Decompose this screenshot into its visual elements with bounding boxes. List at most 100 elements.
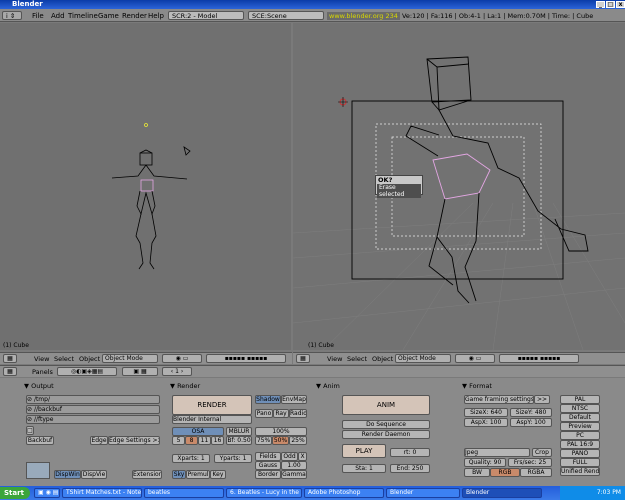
osa-button[interactable]: OSA xyxy=(172,427,224,436)
osa-8[interactable]: 8 xyxy=(185,436,198,445)
task-beatles[interactable]: beatles xyxy=(144,488,224,498)
preset-pc[interactable]: PC xyxy=(560,431,600,440)
editor-type-icon[interactable]: ▦ xyxy=(3,354,17,363)
edge-button[interactable]: Edge xyxy=(90,436,108,445)
preset-pal[interactable]: PAL xyxy=(560,395,600,404)
sizey-field[interactable]: SizeY: 480 xyxy=(510,408,552,417)
rt-field[interactable]: rt: 0 xyxy=(390,448,430,457)
window-type-selector[interactable]: i ⇕ xyxy=(2,11,22,20)
draw-type-icon[interactable]: ◉ ▭ xyxy=(162,354,202,363)
erase-selected-option[interactable]: Erase selected xyxy=(377,184,421,198)
radio-button[interactable]: Radio xyxy=(289,409,307,418)
menu-render[interactable]: Render xyxy=(122,12,147,20)
screen-icon[interactable]: □ xyxy=(26,426,34,435)
ray-button[interactable]: Ray xyxy=(273,409,289,418)
task-blender-1[interactable]: Blender xyxy=(386,488,460,498)
editor-type-icon-right[interactable]: ▦ xyxy=(296,354,310,363)
buttons-editor-icon[interactable]: ▦ xyxy=(3,367,17,376)
xparts-field[interactable]: Xparts: 1 xyxy=(172,454,210,463)
size-25-button[interactable]: 25% xyxy=(289,436,307,445)
edge-settings-button[interactable]: Edge Settings >> xyxy=(108,436,160,445)
rgba-button[interactable]: RGBA xyxy=(520,468,552,477)
start-frame-field[interactable]: Sta: 1 xyxy=(342,464,386,473)
play-button[interactable]: PLAY xyxy=(342,444,386,458)
start-button[interactable]: Start xyxy=(0,487,30,499)
menu-add[interactable]: Add xyxy=(51,12,65,20)
anim-button[interactable]: ANIM xyxy=(342,395,430,415)
menu-view[interactable]: View xyxy=(34,355,49,363)
fields-button[interactable]: Fields xyxy=(255,452,281,461)
fps-field[interactable]: Frs/sec: 25 xyxy=(508,458,552,467)
gauss-value[interactable]: 1.00 xyxy=(281,461,307,470)
osa-11[interactable]: 11 xyxy=(198,436,211,445)
extensions-button[interactable]: Extension xyxy=(132,470,162,479)
preset-preview[interactable]: Preview xyxy=(560,422,600,431)
output-path-backbuf[interactable]: ⊘ //backbuf xyxy=(26,405,160,414)
menu-object-right[interactable]: Object xyxy=(372,355,393,363)
osa-16[interactable]: 16 xyxy=(211,436,224,445)
backbuf-button[interactable]: Backbuf xyxy=(26,436,54,445)
osa-5[interactable]: 5 xyxy=(172,436,185,445)
preset-default[interactable]: Default xyxy=(560,413,600,422)
task-photoshop[interactable]: Adobe Photoshop xyxy=(304,488,384,498)
scene-selector[interactable]: SCE:Scene xyxy=(248,11,324,20)
crop-button[interactable]: Crop xyxy=(532,448,552,457)
menu-object[interactable]: Object xyxy=(79,355,100,363)
do-sequence-button[interactable]: Do Sequence xyxy=(342,420,430,429)
yparts-field[interactable]: Yparts: 1 xyxy=(214,454,252,463)
layer-buttons[interactable]: ▪▪▪▪▪ ▪▪▪▪▪ xyxy=(206,354,286,363)
envmap-button[interactable]: EnvMap xyxy=(281,395,307,404)
preset-full[interactable]: FULL xyxy=(560,458,600,467)
dispwin-button[interactable]: DispWin xyxy=(54,470,81,479)
menu-timeline[interactable]: Timeline xyxy=(68,12,98,20)
dispview-button[interactable]: DispVie xyxy=(81,470,107,479)
task-notepad[interactable]: TShirt Matches.txt - Note... xyxy=(62,488,142,498)
draw-type-icon-right[interactable]: ◉ ▭ xyxy=(455,354,495,363)
display-grid-icon[interactable] xyxy=(26,462,50,479)
layer-buttons-right[interactable]: ▪▪▪▪▪ ▪▪▪▪▪ xyxy=(499,354,579,363)
menu-select[interactable]: Select xyxy=(54,355,74,363)
preset-pal169[interactable]: PAL 16:9 xyxy=(560,440,600,449)
subcontext-icons[interactable]: ▣ ▦ xyxy=(122,367,158,376)
aspx-field[interactable]: AspX: 100 xyxy=(464,418,508,427)
preset-unified[interactable]: Unified Rende xyxy=(560,467,600,476)
viewport-right[interactable]: OK? Erase selected (1) Cube xyxy=(293,23,625,350)
gamma-button[interactable]: Gamma xyxy=(281,470,307,479)
bw-button[interactable]: BW xyxy=(464,468,490,477)
panels-menu[interactable]: Panels xyxy=(32,368,53,376)
menu-select-right[interactable]: Select xyxy=(347,355,367,363)
border-button[interactable]: Border xyxy=(255,470,281,479)
game-framing-expand[interactable]: >> xyxy=(534,395,550,404)
menu-file[interactable]: File xyxy=(32,12,44,20)
preset-ntsc[interactable]: NTSC xyxy=(560,404,600,413)
output-path-render[interactable]: ⊘ /tmp/ xyxy=(26,395,160,404)
task-blender-2[interactable]: Blender xyxy=(462,488,542,498)
output-path-ftype[interactable]: ⊘ //ftype xyxy=(26,415,160,424)
quicklaunch-icons[interactable]: ▣ ◉ ▤ xyxy=(34,488,60,498)
codec-selector[interactable]: Jpeg xyxy=(464,448,530,457)
render-daemon-button[interactable]: Render Daemon xyxy=(342,430,430,439)
size-75-button[interactable]: 75% xyxy=(255,436,272,445)
frame-field[interactable]: ‹ 1 › xyxy=(162,367,192,376)
size-50-button[interactable]: 50% xyxy=(272,436,289,445)
game-framing-label[interactable]: Game framing settings xyxy=(464,395,534,404)
x-button[interactable]: X xyxy=(298,452,307,461)
size-100-button[interactable]: 100% xyxy=(255,427,307,436)
mode-selector-right[interactable]: Object Mode xyxy=(395,354,451,363)
blender-link[interactable]: www.blender.org 234 xyxy=(327,12,400,20)
aspy-field[interactable]: AspY: 100 xyxy=(510,418,552,427)
preset-pano[interactable]: PANO xyxy=(560,449,600,458)
sizex-field[interactable]: SizeX: 640 xyxy=(464,408,508,417)
menu-game[interactable]: Game xyxy=(98,12,119,20)
menu-help[interactable]: Help xyxy=(148,12,164,20)
context-icons[interactable]: ◎◐▣◈▦▤ xyxy=(57,367,117,376)
shadow-button[interactable]: Shadow xyxy=(255,395,281,404)
key-button[interactable]: Key xyxy=(210,470,226,479)
pano-button[interactable]: Pano xyxy=(255,409,273,418)
render-button[interactable]: RENDER xyxy=(172,395,252,415)
minimize-button[interactable]: _ xyxy=(596,1,605,8)
quality-field[interactable]: Quality: 90 xyxy=(464,458,506,467)
mode-selector[interactable]: Object Mode xyxy=(102,354,158,363)
menu-view-right[interactable]: View xyxy=(327,355,342,363)
maximize-button[interactable]: □ xyxy=(606,1,615,8)
